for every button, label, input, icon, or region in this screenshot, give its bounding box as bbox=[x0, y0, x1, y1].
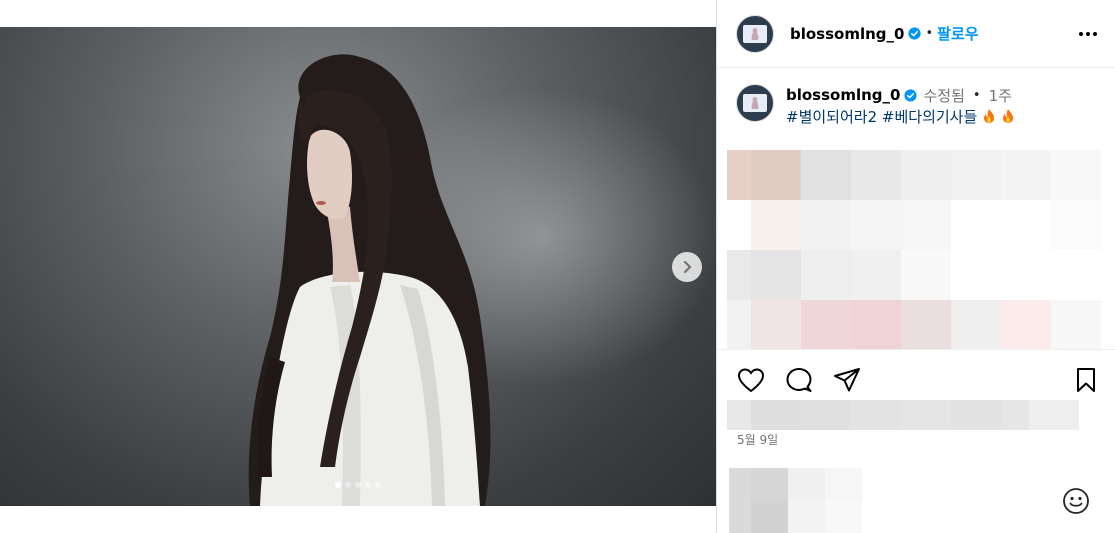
redacted-block bbox=[801, 250, 851, 300]
comment-input-area bbox=[717, 455, 1115, 533]
fire-icon bbox=[984, 109, 995, 123]
carousel-indicator bbox=[0, 482, 716, 488]
carousel-next-button[interactable] bbox=[672, 252, 702, 282]
redacted-block bbox=[825, 468, 862, 501]
redacted-block bbox=[901, 150, 951, 200]
profile-avatar[interactable] bbox=[736, 14, 774, 53]
redacted-block bbox=[1001, 300, 1051, 350]
fire-icon bbox=[1002, 109, 1013, 123]
redacted-block bbox=[901, 400, 951, 430]
redacted-block bbox=[851, 150, 901, 200]
caption-hashtags: #별이되어라2 #베다의기사들 bbox=[786, 106, 1106, 128]
separator-dot: • bbox=[925, 26, 934, 41]
redacted-block bbox=[951, 400, 1001, 430]
post-image[interactable] bbox=[0, 27, 716, 506]
separator-dot: • bbox=[972, 87, 981, 103]
caption-avatar[interactable] bbox=[736, 84, 774, 122]
carousel-dot bbox=[345, 482, 351, 488]
comment-icon[interactable] bbox=[785, 367, 813, 393]
post-actions bbox=[717, 349, 1115, 399]
verified-badge-icon bbox=[904, 88, 918, 102]
heart-icon[interactable] bbox=[737, 367, 765, 393]
follow-button[interactable]: 팔로우 bbox=[937, 23, 978, 44]
redacted-block bbox=[801, 200, 851, 250]
comment-input-redacted[interactable] bbox=[729, 468, 889, 533]
post-date[interactable]: 5월 9일 bbox=[737, 431, 778, 448]
post-header: blossomlng_0 • 팔로우 bbox=[717, 0, 1115, 68]
post-side-panel: blossomlng_0 • 팔로우 blossomlng_0 수정됨 • 1주… bbox=[716, 0, 1115, 533]
comments-redacted bbox=[727, 150, 1105, 350]
carousel-dot bbox=[375, 482, 381, 488]
redacted-block bbox=[951, 150, 1001, 200]
redacted-block bbox=[801, 300, 851, 350]
redacted-block bbox=[851, 400, 901, 430]
redacted-block bbox=[851, 250, 901, 300]
redacted-block bbox=[901, 250, 951, 300]
redacted-block bbox=[1029, 400, 1079, 430]
hashtag-link[interactable]: #베다의기사들 bbox=[882, 108, 977, 126]
redacted-block bbox=[851, 300, 901, 350]
redacted-block bbox=[751, 468, 788, 501]
smiley-icon[interactable] bbox=[1062, 487, 1090, 515]
chevron-right-icon bbox=[683, 260, 692, 274]
person-photo bbox=[248, 54, 491, 506]
instagram-post-view: blossomlng_0 • 팔로우 blossomlng_0 수정됨 • 1주… bbox=[0, 0, 1115, 533]
carousel-dot bbox=[335, 482, 341, 488]
redacted-block bbox=[751, 300, 801, 350]
redacted-block bbox=[751, 250, 801, 300]
redacted-block bbox=[751, 150, 801, 200]
redacted-block bbox=[801, 150, 851, 200]
caption-meta-line: blossomlng_0 수정됨 • 1주 bbox=[786, 84, 1106, 106]
redacted-block bbox=[788, 468, 825, 501]
bookmark-icon[interactable] bbox=[1075, 367, 1097, 393]
avatar-image bbox=[743, 94, 767, 112]
header-username[interactable]: blossomlng_0 bbox=[790, 25, 904, 43]
redacted-block bbox=[751, 200, 801, 250]
redacted-block bbox=[1051, 150, 1101, 200]
post-time[interactable]: 1주 bbox=[989, 85, 1012, 106]
redacted-block bbox=[851, 200, 901, 250]
redacted-block bbox=[951, 300, 1001, 350]
carousel-dot bbox=[355, 482, 361, 488]
redacted-block bbox=[1051, 200, 1101, 250]
avatar-image bbox=[743, 24, 767, 43]
redacted-block bbox=[801, 400, 851, 430]
redacted-block bbox=[1051, 300, 1101, 350]
carousel-dot bbox=[365, 482, 371, 488]
edited-label: 수정됨 bbox=[923, 86, 965, 105]
hashtag-link[interactable]: #별이되어라2 bbox=[786, 108, 877, 126]
redacted-block bbox=[901, 300, 951, 350]
paper-plane-icon[interactable] bbox=[833, 367, 861, 393]
redacted-block bbox=[751, 400, 801, 430]
redacted-block bbox=[788, 501, 825, 533]
caption-body: blossomlng_0 수정됨 • 1주 #별이되어라2 #베다의기사들 bbox=[786, 84, 1106, 128]
redacted-block bbox=[825, 501, 862, 533]
caption-username[interactable]: blossomlng_0 bbox=[786, 86, 900, 104]
likes-redacted bbox=[727, 400, 1079, 430]
verified-badge-icon bbox=[908, 27, 922, 40]
redacted-block bbox=[751, 501, 788, 533]
redacted-block bbox=[901, 200, 951, 250]
redacted-block bbox=[1001, 150, 1051, 200]
more-horizontal-icon[interactable] bbox=[1078, 26, 1098, 42]
